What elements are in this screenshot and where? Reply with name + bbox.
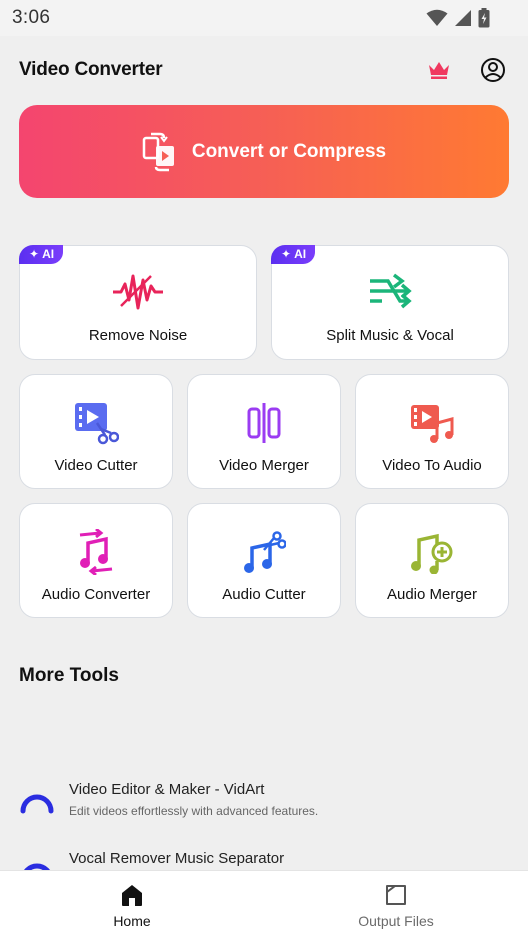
- more-tool-desc: Edit videos effortlessly with advanced f…: [69, 804, 319, 818]
- crown-icon: [429, 62, 449, 79]
- sparkle-icon: ✦: [29, 247, 40, 261]
- tool-label: Audio Cutter: [222, 586, 306, 603]
- more-tool-title: Vocal Remover Music Separator: [69, 850, 285, 867]
- more-tool-text: Video Editor & Maker - VidArt Edit video…: [69, 781, 318, 818]
- tool-label: Audio Merger: [386, 586, 478, 603]
- convert-compress-label: Convert or Compress: [191, 140, 387, 162]
- tool-label: Remove Noise: [88, 327, 188, 344]
- split-arrows-icon: [368, 268, 412, 316]
- more-tool-title: Video Editor & Maker - VidArt: [69, 781, 265, 798]
- tool-audio-cutter[interactable]: Audio Cutter: [187, 503, 341, 618]
- convert-files-icon: [142, 132, 174, 171]
- tool-label: Video Merger: [219, 457, 309, 474]
- nav-home[interactable]: Home: [0, 871, 264, 939]
- tool-audio-merger[interactable]: Audio Merger: [355, 503, 509, 618]
- app-header: Video Converter: [0, 48, 528, 92]
- nav-output-files[interactable]: Output Files: [264, 871, 528, 939]
- tool-video-cutter[interactable]: Video Cutter: [19, 374, 173, 489]
- folder-icon: [386, 885, 406, 905]
- battery-icon: [478, 8, 490, 28]
- vidart-logo-icon: [20, 794, 54, 814]
- more-tool-item[interactable]: Video Editor & Maker - VidArt Edit video…: [19, 781, 318, 818]
- wifi-icon: [426, 9, 448, 26]
- signal-icon: [455, 10, 471, 26]
- account-icon: [481, 58, 505, 82]
- tool-audio-converter[interactable]: Audio Converter: [19, 503, 173, 618]
- status-bar: 3:06: [0, 0, 528, 36]
- sparkle-icon: ✦: [281, 247, 292, 261]
- tool-label: Video Cutter: [54, 457, 138, 474]
- video-to-audio-icon: [409, 399, 455, 447]
- more-tools-title: More Tools: [19, 665, 119, 686]
- audio-merger-icon: [409, 528, 455, 576]
- more-tool-text: Vocal Remover Music Separator: [69, 850, 284, 867]
- convert-compress-button[interactable]: Convert or Compress: [19, 105, 509, 198]
- tool-video-to-audio[interactable]: Video To Audio: [355, 374, 509, 489]
- ai-badge: ✦ AI: [271, 245, 316, 264]
- tool-label: Split Music & Vocal: [326, 327, 454, 344]
- video-cutter-icon: [73, 399, 119, 447]
- premium-button[interactable]: [423, 54, 455, 86]
- nav-output-files-label: Output Files: [358, 913, 434, 929]
- bottom-nav: Home Output Files: [0, 870, 528, 939]
- nav-home-label: Home: [113, 913, 151, 929]
- tool-label: Audio Converter: [41, 586, 151, 603]
- tool-label: Video To Audio: [382, 457, 482, 474]
- tool-remove-noise[interactable]: ✦ AI Remove Noise: [19, 245, 257, 360]
- noise-wave-icon: [111, 268, 165, 316]
- status-time: 3:06: [12, 7, 51, 28]
- audio-converter-icon: [76, 528, 116, 576]
- home-icon: [122, 885, 142, 906]
- status-icons: [426, 8, 490, 28]
- profile-button[interactable]: [477, 54, 509, 86]
- app-title: Video Converter: [19, 59, 163, 80]
- ai-badge: ✦ AI: [19, 245, 64, 264]
- tool-video-merger[interactable]: Video Merger: [187, 374, 341, 489]
- video-merger-icon: [247, 399, 281, 447]
- tool-split-music-vocal[interactable]: ✦ AI Split Music & Vocal: [271, 245, 509, 360]
- audio-cutter-icon: [242, 528, 286, 576]
